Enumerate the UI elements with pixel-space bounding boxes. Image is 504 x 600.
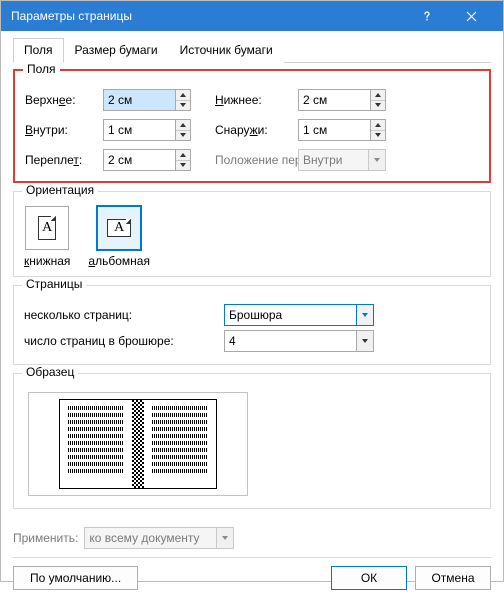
label-bottom: Нижнее — [197, 93, 292, 107]
help-button[interactable] — [405, 1, 449, 31]
field-outside[interactable] — [298, 119, 386, 141]
ok-button[interactable]: ОК — [331, 566, 407, 590]
label-sheets: число страниц в брошюре: — [24, 334, 224, 348]
spin-up-icon[interactable] — [371, 90, 385, 101]
landscape-icon: A — [97, 206, 141, 250]
margins-group: Поля Верхнее Нижнее Внутри Снаружи — [13, 69, 491, 183]
field-apply: ко всему документу — [84, 527, 234, 549]
field-multi-pages[interactable]: Брошюра — [224, 304, 374, 326]
spin-up-icon[interactable] — [371, 120, 385, 131]
spin-up-icon[interactable] — [176, 90, 190, 101]
field-gutter[interactable] — [103, 149, 191, 171]
booklet-icon — [59, 399, 217, 489]
chevron-down-icon — [216, 527, 234, 549]
chevron-down-icon — [368, 149, 386, 171]
landscape-label: альбомная — [88, 254, 150, 268]
spin-up-icon[interactable] — [176, 150, 190, 161]
orientation-group: Ориентация A книжная A альбомная — [13, 191, 491, 277]
apply-row: Применить: ко всему документу — [13, 527, 491, 549]
titlebar: Параметры страницы — [1, 1, 503, 31]
field-gutter-pos: Внутри — [298, 149, 386, 171]
chevron-down-icon[interactable] — [356, 330, 374, 352]
value-sheets: 4 — [224, 330, 356, 352]
field-bottom[interactable] — [298, 89, 386, 111]
tab-margins[interactable]: Поля — [13, 38, 64, 63]
input-gutter[interactable] — [103, 149, 175, 171]
dialog-title: Параметры страницы — [11, 9, 405, 23]
input-top[interactable] — [103, 89, 175, 111]
label-gutter: Переплет — [25, 153, 97, 167]
value-apply: ко всему документу — [84, 527, 216, 549]
pages-group: Страницы несколько страниц: Брошюра числ… — [13, 285, 491, 365]
value-multi-pages: Брошюра — [224, 304, 356, 326]
button-row: По умолчанию... ОК Отмена — [13, 557, 491, 590]
tab-paper-size[interactable]: Размер бумаги — [64, 38, 169, 63]
input-outside[interactable] — [298, 119, 370, 141]
label-top: Верхнее — [25, 93, 97, 107]
spin-down-icon[interactable] — [176, 131, 190, 141]
margins-legend: Поля — [23, 62, 60, 76]
value-gutter-pos: Внутри — [298, 149, 368, 171]
sample-legend: Образец — [22, 365, 78, 379]
default-button[interactable]: По умолчанию... — [13, 566, 138, 590]
orientation-legend: Ориентация — [22, 183, 98, 197]
portrait-label: книжная — [24, 254, 70, 268]
close-button[interactable] — [449, 1, 493, 31]
spin-down-icon[interactable] — [371, 131, 385, 141]
tab-strip: Поля Размер бумаги Источник бумаги — [13, 37, 491, 63]
label-inside: Внутри — [25, 123, 97, 137]
label-outside: Снаружи — [197, 123, 292, 137]
tab-paper-source[interactable]: Источник бумаги — [169, 38, 284, 63]
label-apply: Применить: — [13, 531, 78, 545]
dialog-window: Параметры страницы Поля Размер бумаги Ис… — [0, 0, 504, 582]
spin-down-icon[interactable] — [176, 161, 190, 171]
spin-down-icon[interactable] — [176, 101, 190, 111]
chevron-down-icon[interactable] — [356, 304, 374, 326]
portrait-icon: A — [25, 206, 69, 250]
label-multi-pages: несколько страниц: — [24, 308, 224, 322]
orientation-portrait[interactable]: A книжная — [24, 206, 70, 268]
cancel-button[interactable]: Отмена — [415, 566, 491, 590]
sample-preview — [28, 392, 248, 496]
spin-down-icon[interactable] — [371, 101, 385, 111]
label-gutter-pos: Положение переплета: — [197, 153, 292, 167]
dialog-content: Поля Размер бумаги Источник бумаги Поля … — [1, 31, 503, 600]
field-sheets[interactable]: 4 — [224, 330, 374, 352]
input-inside[interactable] — [103, 119, 175, 141]
input-bottom[interactable] — [298, 89, 370, 111]
spin-up-icon[interactable] — [176, 120, 190, 131]
field-inside[interactable] — [103, 119, 191, 141]
pages-legend: Страницы — [22, 277, 86, 291]
field-top[interactable] — [103, 89, 191, 111]
orientation-landscape[interactable]: A альбомная — [88, 206, 150, 268]
sample-group: Образец — [13, 373, 491, 509]
